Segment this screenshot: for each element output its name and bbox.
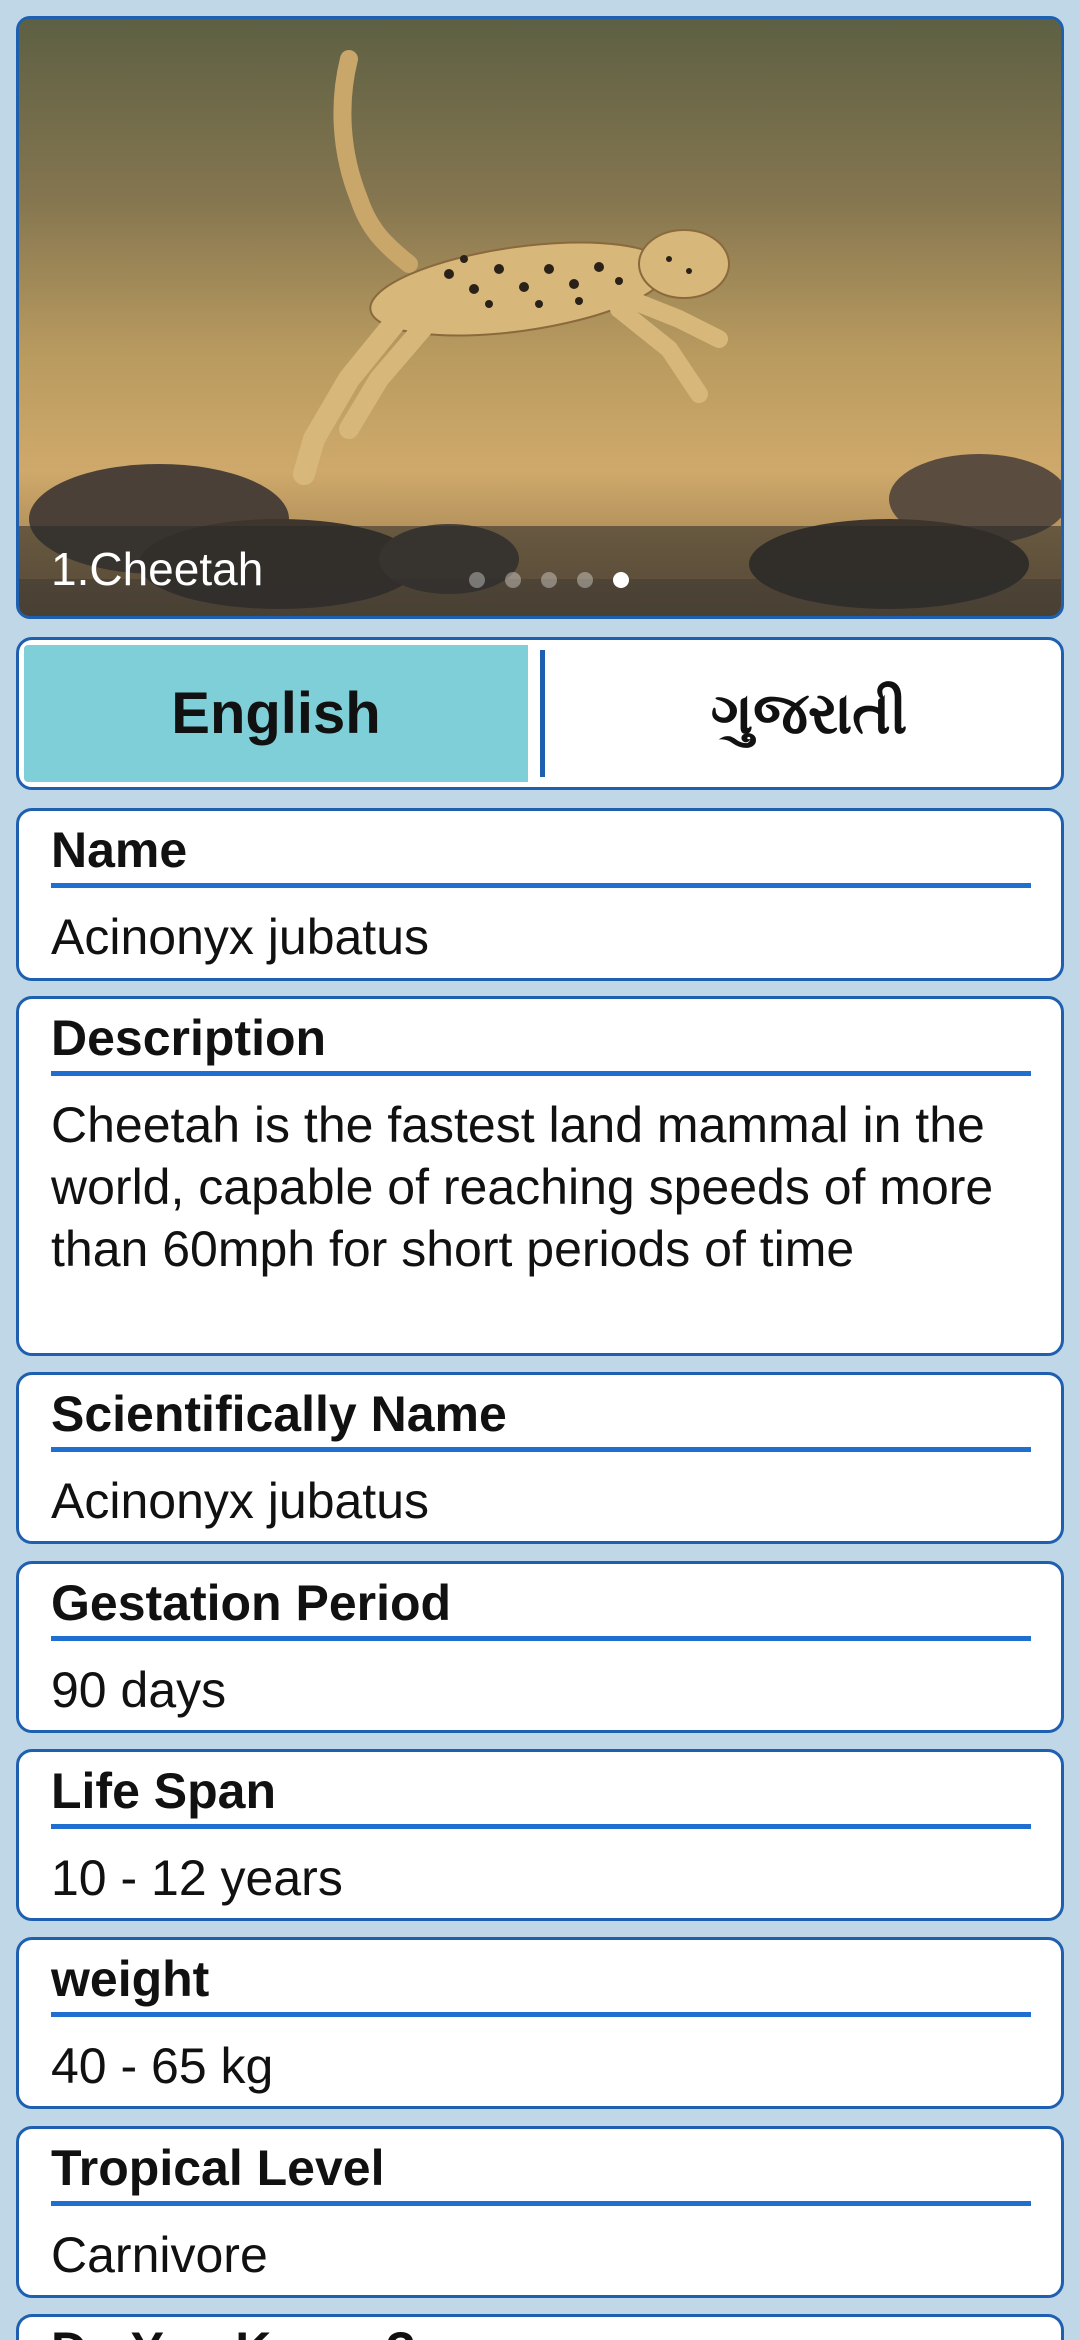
name-card: Name Acinonyx jubatus bbox=[16, 808, 1064, 981]
card-title: Description bbox=[51, 1009, 1031, 1076]
weight-card: weight 40 - 65 kg bbox=[16, 1937, 1064, 2109]
slider-dot[interactable] bbox=[577, 572, 593, 588]
language-toggle: English ગુજરાતી bbox=[16, 637, 1064, 790]
slide-caption: 1.Cheetah bbox=[51, 543, 264, 595]
card-title: Life Span bbox=[51, 1762, 1031, 1829]
gujarati-button[interactable]: ગુજરાતી bbox=[557, 640, 1061, 787]
card-title: weight bbox=[51, 1950, 1031, 2017]
english-button[interactable]: English bbox=[24, 645, 528, 782]
card-value: Carnivore bbox=[51, 2227, 268, 2283]
description-card: Description Cheetah is the fastest land … bbox=[16, 996, 1064, 1356]
gestation-card: Gestation Period 90 days bbox=[16, 1561, 1064, 1733]
card-value: Cheetah is the fastest land mammal in th… bbox=[51, 1097, 994, 1277]
tropical-level-card: Tropical Level Carnivore bbox=[16, 2126, 1064, 2298]
card-value: Acinonyx jubatus bbox=[51, 1473, 430, 1529]
lifespan-card: Life Span 10 - 12 years bbox=[16, 1749, 1064, 1921]
slider-dot-active[interactable] bbox=[613, 572, 629, 588]
slider-indicator bbox=[469, 572, 629, 588]
did-you-know-card: Do You Know ? bbox=[16, 2314, 1064, 2340]
card-value: 10 - 12 years bbox=[51, 1850, 343, 1906]
card-title: Gestation Period bbox=[51, 1574, 1031, 1641]
card-title: Scientifically Name bbox=[51, 1385, 1031, 1452]
card-title: Tropical Level bbox=[51, 2139, 1031, 2206]
image-slider[interactable]: 1.Cheetah bbox=[16, 16, 1064, 619]
card-value: Acinonyx jubatus bbox=[51, 909, 430, 965]
scientific-name-card: Scientifically Name Acinonyx jubatus bbox=[16, 1372, 1064, 1544]
slider-dot[interactable] bbox=[505, 572, 521, 588]
card-title: Name bbox=[51, 821, 1031, 888]
slider-dot[interactable] bbox=[469, 572, 485, 588]
card-value: 40 - 65 kg bbox=[51, 2038, 274, 2094]
card-title: Do You Know ? bbox=[51, 2321, 1031, 2340]
language-divider bbox=[540, 650, 545, 777]
slider-dot[interactable] bbox=[541, 572, 557, 588]
card-value: 90 days bbox=[51, 1662, 227, 1718]
animal-detail-screen: 1.Cheetah English ગુજરાતી Name Acinonyx … bbox=[0, 0, 1080, 2340]
